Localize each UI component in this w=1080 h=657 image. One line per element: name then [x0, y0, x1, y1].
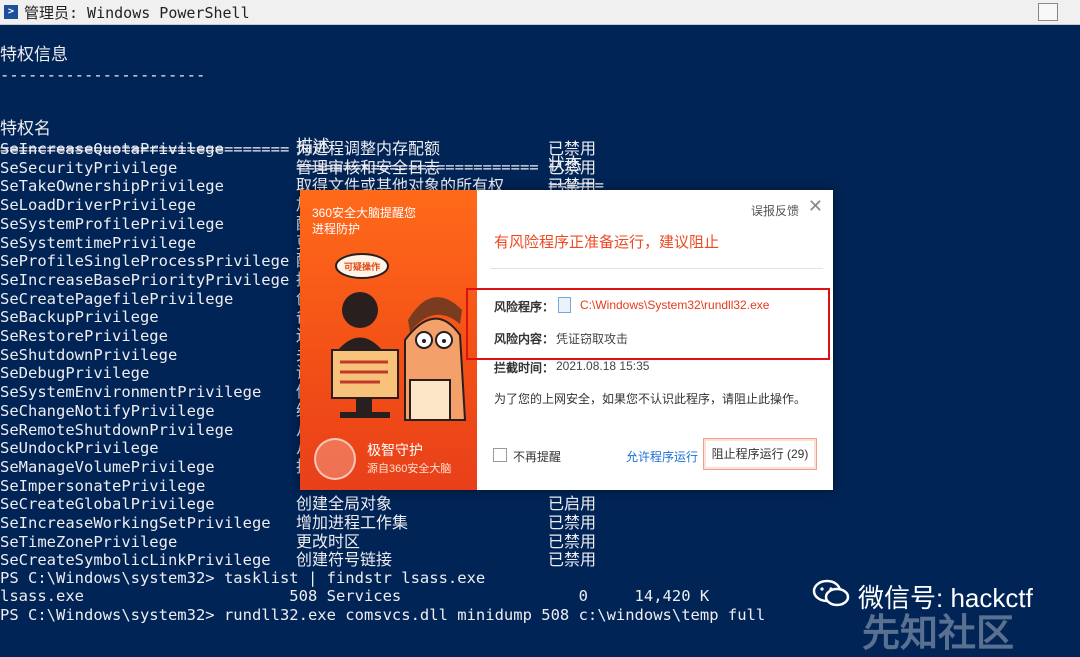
intercept-time-label: 拦截时间： [494, 361, 555, 375]
privilege-state: 已禁用 [548, 550, 597, 570]
window-titlebar: > 管理员: Windows PowerShell [0, 0, 1080, 25]
command-line-tasklist: PS C:\Windows\system32> tasklist | finds… [0, 569, 486, 587]
privilege-name: SeIncreaseBasePriorityPrivilege [0, 270, 290, 289]
footer-title: 极智守护 [367, 442, 423, 458]
privilege-row: SeSecurityPrivilege 管理审核和安全日志 已禁用 [0, 157, 1080, 177]
file-icon [558, 297, 571, 313]
brand-subtitle: 进程防护 [312, 222, 361, 236]
privilege-desc: 管理审核和安全日志 [296, 157, 441, 177]
alert-headline: 有风险程序正准备运行，建议阻止 [494, 234, 720, 251]
privilege-desc: 更改时区 [296, 531, 361, 551]
no-remind-label[interactable]: 不再提醒 [513, 448, 561, 465]
allow-program-link[interactable]: 允许程序运行 [626, 448, 698, 465]
brand-text: 360安全大脑提醒您 [312, 206, 417, 220]
privilege-state: 已启用 [548, 494, 597, 514]
privilege-name: SeProfileSingleProcessPrivilege [0, 252, 290, 271]
privilege-name: SeLoadDriverPrivilege [0, 196, 196, 215]
bubble-text: 可疑操作 [344, 261, 380, 273]
privilege-name: SeSystemProfilePrivilege [0, 214, 224, 233]
privilege-desc: 创建符号链接 [296, 550, 393, 570]
privilege-name: SeManageVolumePrivilege [0, 457, 215, 476]
computer-monitor [331, 349, 399, 418]
alert-left-panel: 360安全大脑提醒您 进程防护 可疑操作 极智守护 源自360安全大脑 [300, 190, 477, 490]
privilege-desc: 创建全局对象 [296, 494, 393, 514]
privilege-name: SeSystemEnvironmentPrivilege [0, 383, 262, 402]
privilege-name: SeBackupPrivilege [0, 308, 159, 327]
privilege-name: SeSecurityPrivilege [0, 158, 178, 177]
risk-content-label: 风险内容： [494, 332, 555, 346]
privilege-row: SeTimeZonePrivilege 更改时区 已禁用 [0, 531, 1080, 551]
privilege-name: SeUndockPrivilege [0, 439, 159, 458]
wechat-icon [812, 579, 850, 607]
close-icon[interactable]: ✕ [808, 196, 823, 217]
footer-subtitle: 源自360安全大脑 [367, 463, 452, 475]
privilege-desc: 为进程调整内存配额 [296, 139, 441, 158]
privilege-name: SeIncreaseWorkingSetPrivilege [0, 514, 271, 532]
command-line-rundll32: PS C:\Windows\system32> rundll32.exe com… [0, 606, 766, 624]
privilege-name: SeCreatePagefilePrivilege [0, 289, 234, 308]
powershell-icon: > [4, 5, 18, 19]
privilege-row: SeCreateGlobalPrivilege 创建全局对象 已启用 [0, 494, 1080, 514]
privilege-state: 已禁用 [548, 513, 597, 532]
privilege-state: 已禁用 [548, 157, 597, 177]
site-watermark: 先知社区 [862, 613, 1015, 655]
alert-note: 为了您的上网安全，如果您不认识此程序，请阻止此操作。 [494, 392, 807, 406]
privilege-name: SeSystemtimePrivilege [0, 233, 196, 252]
security-alert-dialog: 360安全大脑提醒您 进程防护 可疑操作 极智守护 源自360安全大脑 误报反馈… [300, 190, 833, 490]
privilege-name: SeDebugPrivilege [0, 364, 150, 383]
false-report-link[interactable]: 误报反馈 [751, 202, 799, 219]
privilege-desc: 增加进程工作集 [296, 513, 409, 532]
privilege-name: SeCreateSymbolicLinkPrivilege [0, 551, 271, 570]
privilege-name: SeCreateGlobalPrivilege [0, 495, 215, 514]
speech-bubble: 可疑操作 [335, 253, 389, 279]
section-underline: ---------------------- [0, 66, 206, 84]
privilege-name: SeTakeOwnershipPrivilege [0, 177, 224, 196]
privilege-row: SeIncreaseWorkingSetPrivilege 增加进程工作集 已禁用 [0, 513, 1080, 533]
privilege-name: SeImpersonatePrivilege [0, 476, 206, 495]
no-remind-checkbox[interactable] [493, 448, 507, 462]
privilege-name: SeRemoteShutdownPrivilege [0, 420, 234, 439]
privilege-row: SeCreateSymbolicLinkPrivilege 创建符号链接 已禁用 [0, 550, 1080, 570]
risk-content-value: 凭证窃取攻击 [556, 332, 629, 346]
window-control-button[interactable] [1038, 3, 1058, 21]
privilege-name: SeChangeNotifyPrivilege [0, 401, 215, 420]
privilege-name: SeRestorePrivilege [0, 327, 168, 345]
alert-illustration: 可疑操作 [331, 253, 467, 421]
risk-program-value: C:\Windows\System32\rundll32.exe [580, 298, 770, 312]
privilege-name: SeTimeZonePrivilege [0, 532, 178, 551]
risk-program-label: 风险程序： [494, 300, 555, 314]
divider [490, 268, 823, 269]
privilege-name: SeShutdownPrivilege [0, 345, 178, 364]
window-title: 管理员: Windows PowerShell [24, 3, 250, 22]
shield-icon [314, 438, 356, 480]
intercept-time-value: 2021.08.18 15:35 [556, 359, 650, 373]
privilege-state: 已禁用 [548, 139, 597, 158]
worried-person [404, 297, 467, 421]
privilege-row: SeIncreaseQuotaPrivilege 为进程调整内存配额 已禁用 [0, 139, 1080, 159]
section-title: 特权信息 [0, 45, 68, 65]
privilege-name: SeIncreaseQuotaPrivilege [0, 140, 224, 158]
block-program-button[interactable]: 阻止程序运行 (29) [703, 438, 817, 470]
tasklist-output: lsass.exe 508 Services 0 14,420 K [0, 587, 710, 605]
privilege-state: 已禁用 [548, 531, 597, 551]
